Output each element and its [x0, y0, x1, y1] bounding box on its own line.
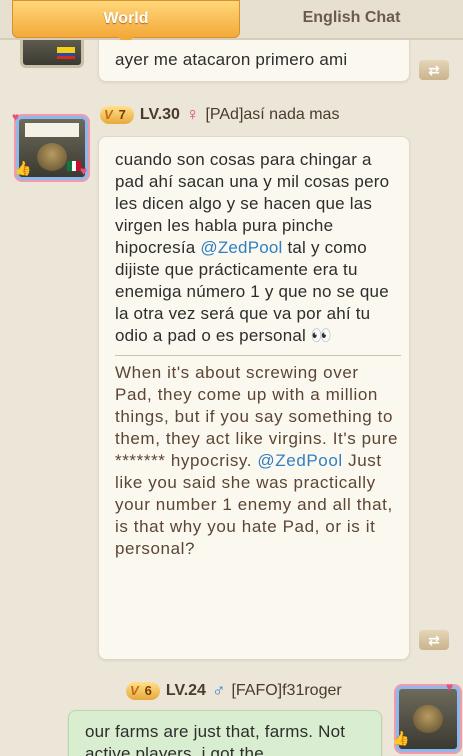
translation-divider — [115, 355, 401, 356]
original-message: cuando son cosas para chingar a pad ahí … — [115, 150, 390, 345]
translate-icon: ⇄ — [428, 61, 440, 78]
player-level: LV.30 — [139, 105, 180, 123]
translate-button[interactable]: ⇄ — [419, 60, 449, 80]
message-bubble: our farms are just that, farms. Not acti… — [68, 710, 382, 756]
message-bubble: ayer me atacaron primero ami — [98, 40, 410, 82]
female-icon: ♀ — [185, 104, 200, 124]
player-name[interactable]: [FAFO]f31roger — [231, 682, 341, 700]
translated-message: When it's about screwing over Pad, they … — [115, 363, 399, 558]
avatar-face — [37, 143, 67, 171]
message-header: V7 LV.30 ♀ [PAd]así nada mas — [100, 104, 339, 125]
heart-icon: ♥ — [80, 164, 88, 178]
heart-icon: ♥ — [446, 680, 454, 694]
ecuador-flag-icon — [57, 47, 75, 59]
message-list[interactable]: ayer me atacaron primero ami ⇄ V7 LV.30 … — [0, 40, 463, 756]
message-text: ayer me atacaron primero ami — [115, 50, 348, 69]
avatar-face — [413, 705, 443, 733]
vip-icon: V — [130, 683, 139, 698]
tab-world[interactable]: World — [12, 0, 240, 45]
mention-link[interactable]: @ZedPool — [200, 238, 282, 257]
vip-badge: V7 — [100, 105, 134, 124]
tab-english-chat[interactable]: English Chat — [240, 0, 463, 36]
translate-icon: ⇄ — [428, 631, 440, 648]
message-text: our farms are just that, farms. Not acti… — [85, 722, 346, 756]
translate-button[interactable]: ⇄ — [419, 630, 449, 650]
male-icon: ♂ — [211, 680, 226, 700]
player-level: LV.24 — [165, 681, 206, 699]
player-name[interactable]: [PAd]así nada mas — [205, 106, 339, 124]
message-bubble: cuando son cosas para chingar a pad ahí … — [98, 136, 410, 660]
vip-badge: V6 — [126, 681, 160, 700]
mexico-flag-icon — [67, 161, 82, 171]
avatar[interactable] — [20, 40, 84, 68]
heart-icon: ♥ — [12, 110, 20, 124]
vip-icon: V — [104, 107, 113, 122]
mention-link[interactable]: @ZedPool — [257, 451, 342, 470]
chat-tabs: World English Chat — [0, 0, 463, 45]
thumbs-up-icon: 👍 — [14, 160, 32, 176]
message-header: V6 LV.24 ♂ [FAFO]f31roger — [126, 680, 342, 701]
avatar-banner — [25, 123, 79, 137]
thumbs-up-icon: 👍 — [392, 730, 410, 746]
